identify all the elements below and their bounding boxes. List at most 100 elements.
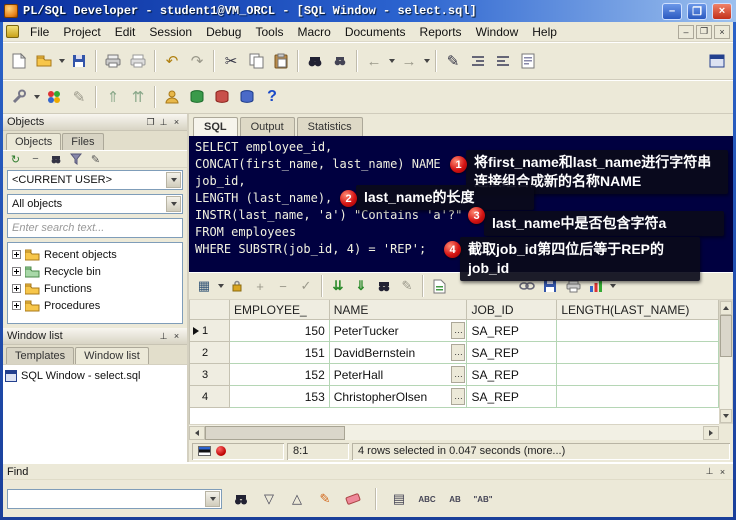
row-number-cell[interactable]: 1 xyxy=(190,320,230,342)
print-icon[interactable] xyxy=(101,49,125,73)
name-cell[interactable]: ChristopherOlsen… xyxy=(329,386,468,408)
menu-edit[interactable]: Edit xyxy=(108,23,143,41)
back-dropdown[interactable] xyxy=(387,49,396,73)
print-settings-icon[interactable] xyxy=(126,49,150,73)
menu-tools[interactable]: Tools xyxy=(248,23,290,41)
pin-icon[interactable]: ⊥ xyxy=(157,116,170,128)
rollback-icon[interactable] xyxy=(210,85,234,109)
open-file-icon[interactable] xyxy=(32,49,56,73)
collapse-all-icon[interactable]: − xyxy=(28,152,43,167)
column-header-employee-id[interactable]: EMPLOYEE_ xyxy=(229,300,330,320)
tree-item-functions[interactable]: Functions xyxy=(10,280,180,297)
length-cell[interactable] xyxy=(557,364,719,386)
scroll-down-button[interactable] xyxy=(720,409,732,423)
cell-ellipsis-button[interactable]: … xyxy=(451,344,466,361)
close-icon[interactable]: × xyxy=(170,116,183,128)
find-input[interactable] xyxy=(8,490,204,508)
schema-select[interactable]: <CURRENT USER> xyxy=(7,170,183,190)
help-icon[interactable]: ? xyxy=(260,85,284,109)
scroll-up-button[interactable] xyxy=(720,301,732,315)
select-statement-icon[interactable] xyxy=(516,49,540,73)
save-icon[interactable] xyxy=(67,49,91,73)
row-number-cell[interactable]: 2 xyxy=(190,342,230,364)
delete-record-icon[interactable]: − xyxy=(272,275,294,297)
column-header-job-id[interactable]: JOB_ID xyxy=(467,300,558,320)
horizontal-scrollbar[interactable] xyxy=(189,424,719,440)
vertical-scroll-thumb[interactable] xyxy=(720,315,732,357)
close-icon[interactable]: × xyxy=(716,466,729,478)
fetch-all-icon[interactable]: ⇓ xyxy=(350,275,372,297)
name-cell[interactable]: DavidBernstein… xyxy=(329,342,468,364)
copy-icon[interactable] xyxy=(244,49,268,73)
commit-icon[interactable] xyxy=(185,85,209,109)
mdi-restore-button[interactable]: ❐ xyxy=(696,24,712,39)
close-icon[interactable]: × xyxy=(170,330,183,342)
session-icon[interactable] xyxy=(160,85,184,109)
forward-dropdown[interactable] xyxy=(422,49,431,73)
tab-objects[interactable]: Objects xyxy=(6,133,62,150)
row-number-cell[interactable]: 4 xyxy=(190,386,230,408)
employee-id-cell[interactable]: 152 xyxy=(229,364,330,386)
edit-filter-icon[interactable]: ✎ xyxy=(88,152,103,167)
menu-debug[interactable]: Debug xyxy=(199,23,248,41)
float-icon[interactable]: ❐ xyxy=(144,116,157,128)
tab-window-list[interactable]: Window list xyxy=(75,347,149,364)
horizontal-scroll-thumb[interactable] xyxy=(205,425,345,440)
menu-file[interactable]: File xyxy=(23,23,56,41)
column-header-length[interactable]: LENGTH(LAST_NAME) xyxy=(557,300,719,320)
cell-ellipsis-button[interactable]: … xyxy=(451,388,466,405)
unindent-icon[interactable] xyxy=(491,49,515,73)
menu-documents[interactable]: Documents xyxy=(338,23,413,41)
code-assistant-icon[interactable] xyxy=(42,85,66,109)
lock-icon[interactable] xyxy=(226,275,248,297)
edit-document-icon[interactable]: ✎ xyxy=(441,49,465,73)
debug-icon[interactable]: ⇈ xyxy=(126,85,150,109)
find-combo[interactable] xyxy=(7,489,222,509)
vertical-scrollbar[interactable] xyxy=(719,300,733,424)
find-object-icon[interactable] xyxy=(48,152,63,167)
filter-icon[interactable] xyxy=(68,152,83,167)
name-cell[interactable]: PeterHall… xyxy=(329,364,468,386)
tab-output[interactable]: Output xyxy=(239,117,295,136)
object-filter-select[interactable]: All objects xyxy=(7,194,183,214)
pencil-icon[interactable]: ✎ xyxy=(67,85,91,109)
find-button[interactable] xyxy=(232,490,250,508)
object-search-input[interactable] xyxy=(7,218,183,238)
mdi-minimize-button[interactable]: – xyxy=(678,24,694,39)
menu-session[interactable]: Session xyxy=(142,23,199,41)
quoted-search-icon[interactable]: "AB" xyxy=(473,490,492,508)
menu-project[interactable]: Project xyxy=(56,23,107,41)
tree-item-recycle-bin[interactable]: Recycle bin xyxy=(10,263,180,280)
back-icon[interactable]: ← xyxy=(362,49,386,73)
find-next-icon[interactable] xyxy=(328,49,352,73)
find-history-button[interactable] xyxy=(205,491,220,507)
scroll-right-button[interactable] xyxy=(703,425,719,440)
cut-icon[interactable]: ✂ xyxy=(219,49,243,73)
edit-data-icon[interactable]: ✎ xyxy=(396,275,418,297)
scroll-left-button[interactable] xyxy=(189,425,205,440)
job-id-cell[interactable]: SA_REP xyxy=(467,364,558,386)
titlebar[interactable]: PL/SQL Developer - student1@VM_ORCL - [S… xyxy=(0,0,736,22)
column-header-name[interactable]: NAME xyxy=(329,300,468,320)
mdi-close-button[interactable]: × xyxy=(714,24,730,39)
job-id-cell[interactable]: SA_REP xyxy=(467,320,558,342)
restore-button[interactable]: ❐ xyxy=(687,2,707,20)
expand-icon[interactable] xyxy=(12,267,21,276)
forward-icon[interactable]: → xyxy=(397,49,421,73)
tab-statistics[interactable]: Statistics xyxy=(296,117,363,136)
employee-id-cell[interactable]: 153 xyxy=(229,386,330,408)
expand-icon[interactable] xyxy=(12,250,21,259)
open-file-dropdown[interactable] xyxy=(57,49,66,73)
compile-icon[interactable]: ⇑ xyxy=(101,85,125,109)
pin-icon[interactable]: ⊥ xyxy=(703,466,716,478)
length-cell[interactable] xyxy=(557,342,719,364)
tree-item-procedures[interactable]: Procedures xyxy=(10,297,180,314)
highlight-icon[interactable]: ✎ xyxy=(316,490,334,508)
match-case-icon[interactable]: AB xyxy=(446,490,464,508)
whole-word-icon[interactable]: ABC xyxy=(418,490,436,508)
status-message[interactable]: 4 rows selected in 0.047 seconds (more..… xyxy=(358,445,565,457)
close-button[interactable]: × xyxy=(712,2,732,20)
cell-ellipsis-button[interactable]: … xyxy=(451,322,466,339)
paste-icon[interactable] xyxy=(269,49,293,73)
grid-options-dropdown[interactable] xyxy=(216,274,225,298)
